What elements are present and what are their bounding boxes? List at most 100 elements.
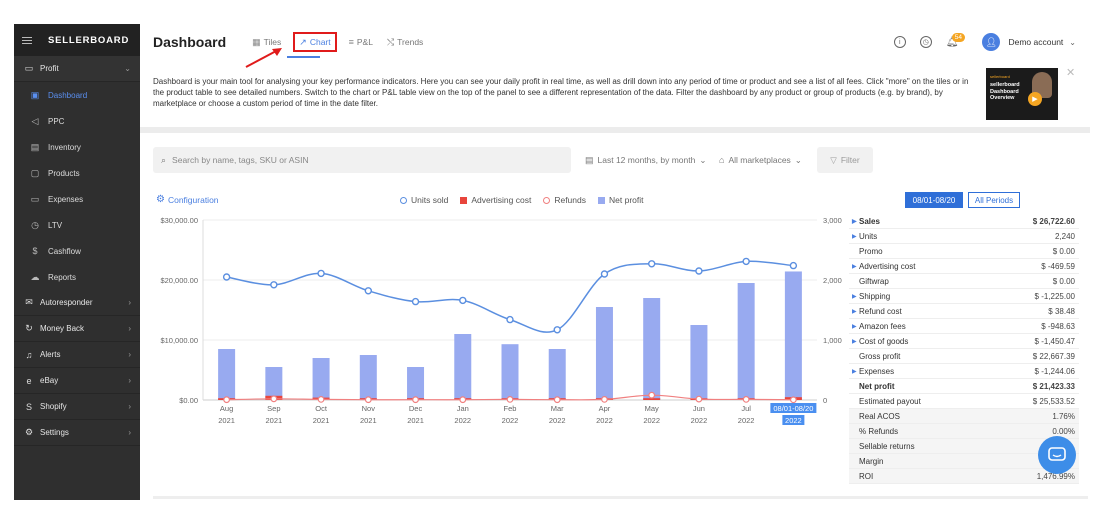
info-icon[interactable]: i bbox=[893, 36, 906, 48]
sidebar-section-alerts[interactable]: ♫ Alerts › bbox=[14, 342, 140, 368]
legend-swatch bbox=[400, 196, 407, 204]
sidebar-item-reports[interactable]: ☁︎ Reports bbox=[14, 264, 140, 290]
net-profit-bar[interactable] bbox=[312, 358, 330, 400]
units-sold-point[interactable] bbox=[553, 326, 561, 334]
tab-pl[interactable]: ≡ P&L bbox=[347, 32, 375, 52]
summary-row[interactable]: ▶ Refund cost $ 38.48 bbox=[849, 304, 1079, 319]
video-thumbnail[interactable]: sellerboard sellerboard Dashboard Overvi… bbox=[986, 68, 1058, 120]
refunds-point[interactable] bbox=[364, 396, 372, 404]
units-sold-point[interactable] bbox=[695, 267, 703, 275]
products-icon: ▢ bbox=[30, 167, 40, 178]
sidebar-section-profit[interactable]: ▭ Profit ⌄ bbox=[14, 56, 140, 82]
net-profit-bar[interactable] bbox=[737, 283, 755, 400]
refunds-point[interactable] bbox=[553, 396, 561, 404]
expand-triangle-icon[interactable]: ▶ bbox=[849, 233, 859, 240]
units-sold-point[interactable] bbox=[459, 296, 467, 305]
units-sold-point[interactable] bbox=[411, 297, 420, 306]
summary-value: 1.76% bbox=[1052, 411, 1075, 421]
refunds-point[interactable] bbox=[506, 395, 514, 403]
sidebar-section-ebay[interactable]: e eBay › bbox=[14, 368, 140, 394]
chat-launcher-button[interactable] bbox=[1038, 436, 1076, 474]
net-profit-bar[interactable] bbox=[784, 271, 802, 400]
refunds-point[interactable] bbox=[270, 395, 278, 403]
chevron-down-icon[interactable]: ⌄ bbox=[1069, 38, 1076, 47]
marketplace-dropdown[interactable]: ⌂ All marketplaces ⌄ bbox=[719, 147, 802, 173]
refunds-point[interactable] bbox=[459, 396, 467, 404]
refunds-point[interactable] bbox=[317, 395, 325, 403]
summary-row[interactable]: ▶ Units 2,240 bbox=[849, 229, 1079, 244]
play-icon[interactable]: ▶ bbox=[1028, 92, 1042, 106]
net-profit-bar[interactable] bbox=[265, 367, 283, 400]
avatar[interactable]: 👤︎ bbox=[982, 33, 1001, 51]
sidebar-section-shopify[interactable]: S Shopify › bbox=[14, 394, 140, 420]
account-name[interactable]: Demo account bbox=[1008, 37, 1063, 47]
refunds-point[interactable] bbox=[412, 396, 419, 404]
period-current-button[interactable]: 08/01-08/20 bbox=[905, 192, 963, 208]
expand-triangle-icon[interactable]: ▶ bbox=[849, 368, 859, 375]
search-input[interactable]: Search by name, tags, SKU or ASIN bbox=[172, 155, 309, 165]
search-box[interactable]: ⌕ Search by name, tags, SKU or ASIN bbox=[153, 147, 571, 173]
refunds-point[interactable] bbox=[742, 395, 750, 403]
expand-triangle-icon[interactable]: ▶ bbox=[849, 263, 859, 270]
expand-triangle-icon[interactable]: ▶ bbox=[849, 293, 859, 300]
clock-icon[interactable]: ◷ bbox=[919, 36, 932, 48]
summary-row[interactable]: ▶ Amazon fees $ -948.63 bbox=[849, 319, 1079, 334]
sidebar-item-dashboard[interactable]: ▣ Dashboard bbox=[14, 82, 140, 108]
net-profit-bar[interactable] bbox=[548, 349, 566, 400]
summary-label-cell: Sellable returns bbox=[849, 442, 915, 451]
refunds-point[interactable] bbox=[648, 391, 656, 399]
summary-row[interactable]: ▶ Advertising cost $ -469.59 bbox=[849, 259, 1079, 274]
units-sold-point[interactable] bbox=[789, 261, 798, 270]
sidebar-section-settings[interactable]: ⚙︎ Settings › bbox=[14, 420, 140, 446]
net-profit-bar[interactable] bbox=[690, 325, 708, 400]
net-profit-bar[interactable] bbox=[454, 334, 472, 400]
configuration-link[interactable]: ⚙︎ Configuration bbox=[156, 194, 219, 205]
sidebar-item-expenses[interactable]: ▭ Expenses bbox=[14, 186, 140, 212]
sidebar-item-ltv[interactable]: ◷ LTV bbox=[14, 212, 140, 238]
units-sold-point[interactable] bbox=[506, 315, 514, 324]
close-icon[interactable]: ✕ bbox=[1066, 66, 1075, 79]
summary-row[interactable]: ▶ Cost of goods $ -1,450.47 bbox=[849, 334, 1079, 349]
units-sold-point[interactable] bbox=[647, 260, 656, 268]
net-profit-bar[interactable] bbox=[218, 349, 236, 400]
legend-item[interactable]: Net profit bbox=[598, 195, 644, 205]
tab-chart[interactable]: ↗ Chart bbox=[293, 32, 337, 52]
refunds-point[interactable] bbox=[601, 395, 608, 403]
period-all-button[interactable]: All Periods bbox=[968, 192, 1020, 208]
summary-row[interactable]: ▶ Shipping $ -1,225.00 bbox=[849, 289, 1079, 304]
refunds-point[interactable] bbox=[223, 396, 231, 404]
expand-triangle-icon[interactable]: ▶ bbox=[849, 308, 859, 315]
sidebar-item-cashflow[interactable]: $ Cashflow bbox=[14, 238, 140, 264]
sidebar-item-ppc[interactable]: ◁ PPC bbox=[14, 108, 140, 134]
filter-button[interactable]: ▽ Filter bbox=[817, 147, 873, 173]
units-sold-point[interactable] bbox=[270, 281, 278, 289]
refunds-point[interactable] bbox=[789, 396, 797, 404]
refunds-point[interactable] bbox=[695, 395, 703, 403]
legend-item[interactable]: Units sold bbox=[400, 195, 448, 205]
notification-bell-icon[interactable]: 🔔︎ 54 bbox=[946, 32, 966, 48]
sidebar-section-money-back[interactable]: ↻ Money Back › bbox=[14, 316, 140, 342]
hamburger-menu-icon[interactable] bbox=[22, 36, 32, 44]
net-profit-bar[interactable] bbox=[643, 298, 661, 400]
period-dropdown[interactable]: ▤ Last 12 months, by month ⌄ bbox=[585, 147, 706, 173]
expand-triangle-icon[interactable]: ▶ bbox=[849, 323, 859, 330]
summary-row[interactable]: ▶ Expenses $ -1,244.06 bbox=[849, 364, 1079, 379]
net-profit-bar[interactable] bbox=[595, 307, 613, 400]
expand-triangle-icon[interactable]: ▶ bbox=[849, 218, 859, 225]
net-profit-bar[interactable] bbox=[359, 355, 377, 400]
units-sold-point[interactable] bbox=[364, 287, 373, 295]
units-sold-point[interactable] bbox=[600, 270, 609, 278]
legend-item[interactable]: Advertising cost bbox=[460, 195, 531, 205]
net-profit-bar[interactable] bbox=[407, 367, 425, 400]
units-sold-point[interactable] bbox=[222, 273, 231, 281]
legend-item[interactable]: Refunds bbox=[543, 195, 586, 205]
tab-trends[interactable]: ⤭ Trends bbox=[385, 32, 425, 52]
sidebar-item-inventory[interactable]: ▤ Inventory bbox=[14, 134, 140, 160]
sidebar-item-products[interactable]: ▢ Products bbox=[14, 160, 140, 186]
units-sold-point[interactable] bbox=[317, 269, 325, 278]
summary-row[interactable]: ▶ Sales $ 26,722.60 bbox=[849, 214, 1079, 229]
expand-triangle-icon[interactable]: ▶ bbox=[849, 338, 859, 345]
units-sold-point[interactable] bbox=[742, 257, 750, 266]
net-profit-bar[interactable] bbox=[501, 344, 519, 400]
sidebar-section-autoresponder[interactable]: ✉︎ Autoresponder › bbox=[14, 290, 140, 316]
